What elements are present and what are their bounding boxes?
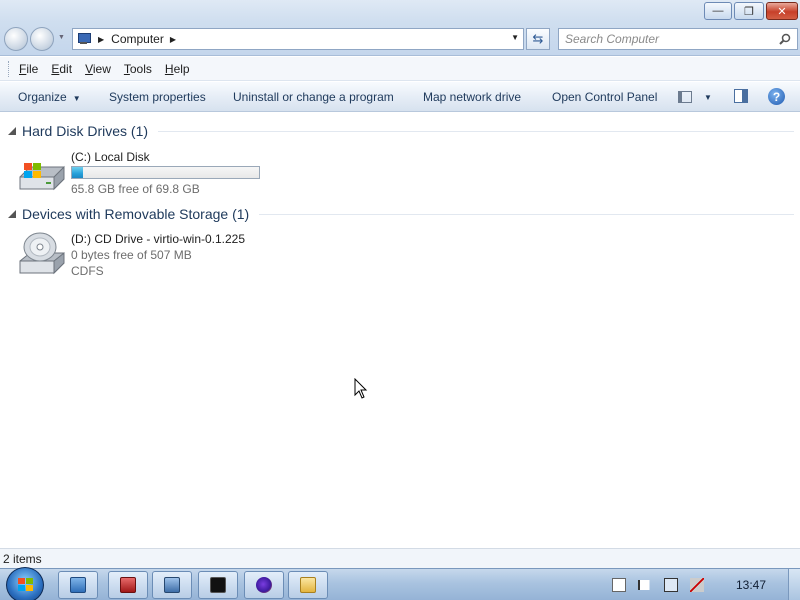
chevron-down-icon: ▼ — [72, 94, 81, 103]
menu-help[interactable]: Help — [165, 62, 190, 76]
taskbar-app-explorer[interactable] — [288, 571, 328, 599]
start-button[interactable] — [6, 567, 44, 600]
chevron-down-icon: ▼ — [704, 92, 712, 102]
map-network-drive-button[interactable]: Map network drive — [423, 90, 521, 104]
collapse-triangle-icon[interactable] — [8, 210, 16, 218]
search-input[interactable] — [559, 29, 769, 49]
caption-buttons: — ❐ ✕ — [702, 2, 798, 20]
navigation-bar: ▼ ▶ Computer ▶ ▼ ⇆ — [0, 24, 800, 52]
taskbar: 13:47 — [0, 567, 800, 600]
minimize-button[interactable]: — — [704, 2, 732, 20]
breadcrumb-chevron-icon[interactable]: ▶ — [98, 35, 104, 44]
forward-button[interactable] — [30, 27, 54, 51]
drive-item-c[interactable]: (C:) Local Disk 65.8 GB free of 69.8 GB — [16, 149, 276, 197]
control-panel-icon — [70, 577, 86, 593]
system-properties-button[interactable]: System properties — [109, 90, 206, 104]
system-tray — [612, 569, 716, 600]
show-desktop-button[interactable] — [788, 569, 800, 600]
network-icon — [164, 577, 180, 593]
collapse-triangle-icon[interactable] — [8, 127, 16, 135]
taskbar-app-firefox[interactable] — [244, 571, 284, 599]
refresh-button[interactable]: ⇆ — [526, 28, 550, 50]
network-tray-icon[interactable] — [664, 578, 678, 592]
address-dropdown-icon[interactable]: ▼ — [511, 33, 519, 42]
window-frame: — ❐ ✕ ▼ ▶ Computer ▶ ▼ ⇆ — [0, 0, 800, 56]
mouse-cursor-icon — [354, 378, 368, 399]
refresh-icon: ⇆ — [532, 31, 544, 46]
breadcrumb-chevron-icon[interactable]: ▶ — [170, 35, 176, 44]
drive-free-space: 65.8 GB free of 69.8 GB — [71, 182, 200, 196]
view-options-icon — [678, 91, 692, 103]
toolbox-icon — [120, 577, 136, 593]
volume-muted-icon[interactable] — [690, 578, 704, 592]
command-prompt-icon — [210, 577, 226, 593]
drive-free-space: 0 bytes free of 507 MB — [71, 248, 192, 262]
open-control-panel-button[interactable]: Open Control Panel — [552, 90, 657, 104]
action-center-flag-icon[interactable] — [638, 580, 652, 590]
firefox-icon — [256, 577, 272, 593]
divider — [158, 130, 794, 132]
group-header-hard-disks[interactable]: Hard Disk Drives (1) — [0, 121, 794, 141]
uninstall-program-button[interactable]: Uninstall or change a program — [233, 90, 394, 104]
group-title: Hard Disk Drives (1) — [22, 123, 149, 139]
menu-bar: File Edit View Tools Help — [0, 57, 800, 81]
item-count: 2 items — [3, 552, 42, 566]
search-icon[interactable] — [779, 33, 791, 45]
restore-button[interactable]: ❐ — [734, 2, 764, 20]
windows-logo-icon — [18, 578, 34, 592]
disk-usage-bar — [71, 166, 260, 179]
breadcrumb-computer[interactable]: Computer — [111, 32, 164, 46]
menu-grip — [8, 60, 11, 77]
group-title: Devices with Removable Storage (1) — [22, 206, 250, 222]
cd-drive-icon — [19, 232, 65, 275]
menu-file[interactable]: File — [19, 62, 38, 76]
disk-usage-fill — [72, 167, 83, 178]
recent-pages-dropdown-icon[interactable]: ▼ — [58, 34, 65, 41]
taskbar-app-control-panel[interactable] — [58, 571, 98, 599]
drive-info: (C:) Local Disk 65.8 GB free of 69.8 GB — [71, 149, 331, 197]
group-header-removable-storage[interactable]: Devices with Removable Storage (1) — [0, 204, 794, 224]
document-icon[interactable] — [612, 578, 626, 592]
change-view-button[interactable]: ▼ — [678, 88, 714, 106]
computer-icon — [76, 32, 92, 46]
hard-disk-icon — [19, 163, 65, 191]
menu-edit[interactable]: Edit — [51, 62, 72, 76]
help-button[interactable]: ? — [768, 88, 785, 105]
drive-filesystem: CDFS — [71, 264, 104, 278]
taskbar-app-network[interactable] — [152, 571, 192, 599]
folder-icon — [300, 577, 316, 593]
drive-info: (D:) CD Drive - virtio-win-0.1.225 0 byt… — [71, 231, 331, 279]
taskbar-app-command-prompt[interactable] — [198, 571, 238, 599]
address-bar[interactable]: ▶ Computer ▶ ▼ — [72, 28, 524, 50]
drive-item-d[interactable]: (D:) CD Drive - virtio-win-0.1.225 0 byt… — [16, 231, 276, 283]
menu-tools[interactable]: Tools — [124, 62, 152, 76]
status-bar: 2 items — [0, 548, 800, 568]
command-bar: Organize ▼ System properties Uninstall or… — [0, 82, 800, 112]
menu-view[interactable]: View — [85, 62, 111, 76]
close-button[interactable]: ✕ — [766, 2, 798, 20]
drive-name: (C:) Local Disk — [71, 150, 150, 164]
organize-button[interactable]: Organize ▼ — [18, 90, 81, 104]
file-list: Hard Disk Drives (1) (C:) Local Disk 65.… — [0, 113, 800, 547]
taskbar-clock[interactable]: 13:47 — [736, 578, 766, 592]
taskbar-app-toolbox[interactable] — [108, 571, 148, 599]
drive-name: (D:) CD Drive - virtio-win-0.1.225 — [71, 232, 246, 246]
search-box[interactable] — [558, 28, 798, 50]
preview-pane-button[interactable] — [734, 89, 748, 103]
divider — [259, 213, 794, 215]
back-button[interactable] — [4, 27, 28, 51]
